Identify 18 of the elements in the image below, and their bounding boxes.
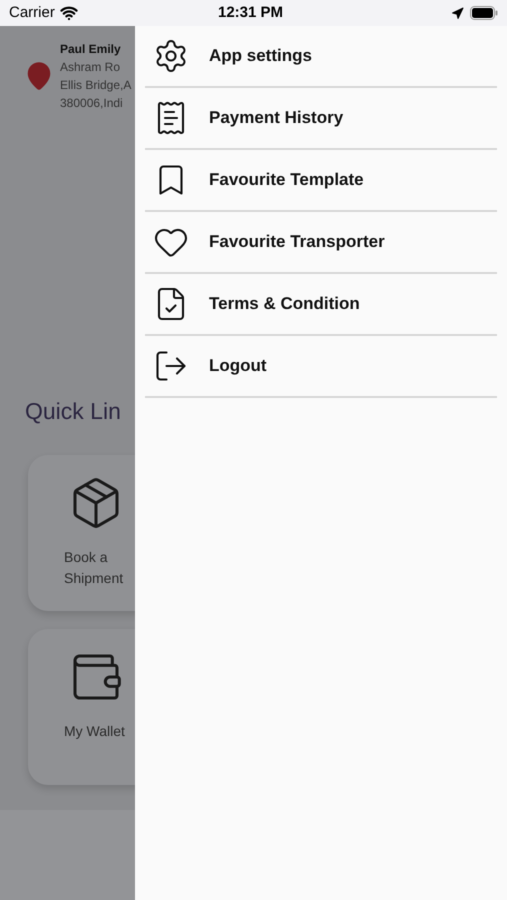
menu-item[interactable]: Favourite Transporter <box>145 212 497 272</box>
address-line: Ellis Bridge,A <box>60 77 132 94</box>
user-name: Paul Emily <box>60 41 122 58</box>
clock: 12:31 PM <box>218 2 284 23</box>
menu-item[interactable]: Logout <box>145 336 497 396</box>
section-title: Quick Lin <box>24 397 122 426</box>
location-icon <box>451 6 464 20</box>
menu-item[interactable]: App settings <box>145 26 497 86</box>
quick-link-card[interactable]: My Wallet <box>28 628 135 784</box>
menu-item[interactable]: Favourite Template <box>145 150 497 210</box>
address-line: 380006,Indi <box>60 95 124 112</box>
quick-link-card[interactable]: Book a Shipment <box>28 454 135 610</box>
wifi-icon <box>60 4 78 22</box>
carrier-label: Carrier <box>9 2 55 23</box>
menu-item[interactable]: Terms & Condition <box>145 274 497 334</box>
menu-item[interactable]: Payment History <box>145 88 497 148</box>
battery-icon <box>470 6 498 20</box>
address-line: Ashram Ro <box>60 59 122 76</box>
